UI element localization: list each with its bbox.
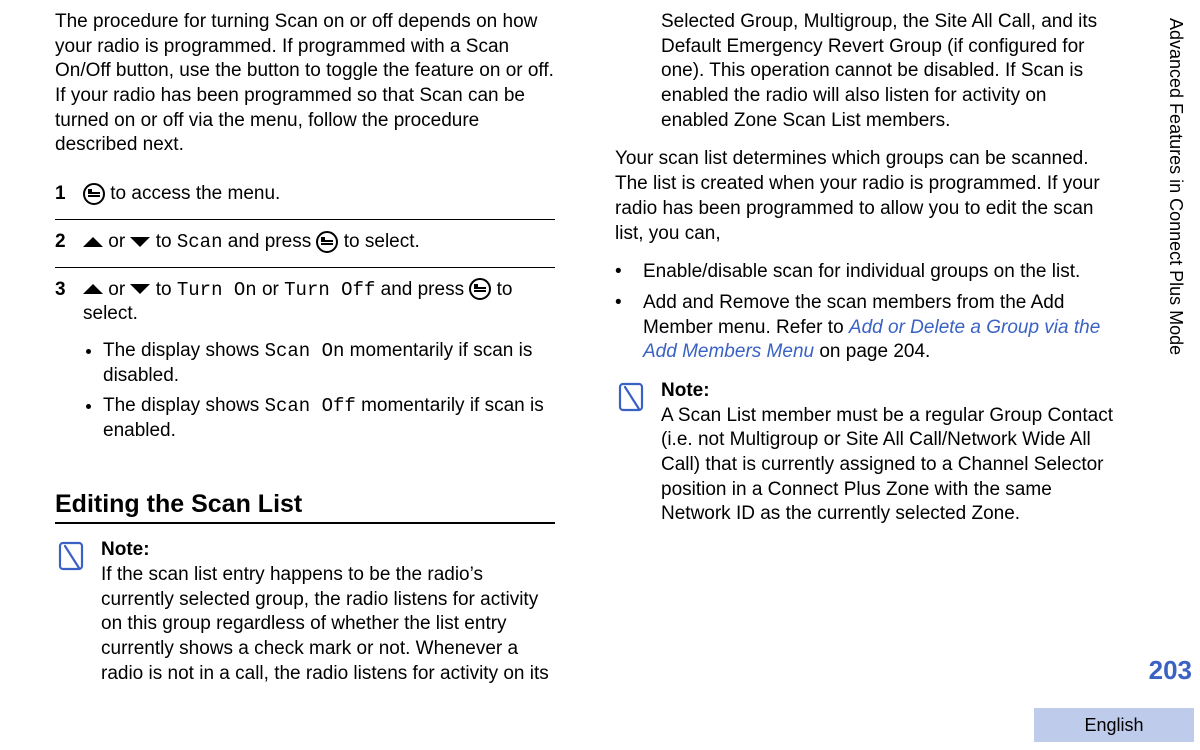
menu-item-scan: Scan bbox=[177, 231, 223, 253]
note-title: Note: bbox=[101, 539, 150, 560]
note-body: A Scan List member must be a regular Gro… bbox=[661, 405, 1113, 525]
note-title: Note: bbox=[661, 380, 710, 401]
nav-down-icon bbox=[130, 284, 150, 294]
result-scan-off: The display shows Scan Off momentarily i… bbox=[103, 394, 555, 443]
scan-list-purpose: Your scan list determines which groups c… bbox=[615, 147, 1115, 246]
menu-button-icon bbox=[469, 278, 491, 300]
menu-item-turn-on: Turn On bbox=[177, 279, 257, 301]
step-1: 1 to access the menu. bbox=[55, 172, 555, 220]
section-heading: Editing the Scan List bbox=[55, 488, 555, 525]
edit-option-add-remove: • Add and Remove the scan members from t… bbox=[615, 291, 1115, 365]
page-columns: The procedure for turning Scan on or off… bbox=[55, 10, 1115, 700]
nav-down-icon bbox=[130, 237, 150, 247]
step-1-text: to access the menu. bbox=[105, 183, 280, 204]
page-number: 203 bbox=[1149, 655, 1192, 686]
menu-button-icon bbox=[316, 231, 338, 253]
step-3: 3 or to Turn On or Turn Off and press to… bbox=[55, 268, 555, 462]
language-indicator: English bbox=[1034, 708, 1194, 742]
menu-button-icon bbox=[83, 183, 105, 205]
step-3-results: The display shows Scan On momentarily if… bbox=[83, 339, 555, 444]
nav-up-icon bbox=[83, 237, 103, 247]
edit-options-list: • Enable/disable scan for individual gro… bbox=[615, 260, 1115, 365]
chapter-side-tab: Advanced Features in Connect Plus Mode bbox=[1165, 18, 1186, 355]
nav-up-icon bbox=[83, 284, 103, 294]
result-scan-on: The display shows Scan On momentarily if… bbox=[103, 339, 555, 388]
step-number: 3 bbox=[55, 278, 83, 450]
step-number: 1 bbox=[55, 182, 83, 207]
step-number: 2 bbox=[55, 230, 83, 255]
menu-item-turn-off: Turn Off bbox=[284, 279, 375, 301]
intro-paragraph: The procedure for turning Scan on or off… bbox=[55, 10, 555, 158]
note-scan-list-member: Note: A Scan List member must be a regul… bbox=[615, 379, 1115, 527]
step-2: 2 or to Scan and press to select. bbox=[55, 220, 555, 268]
note-icon bbox=[615, 379, 661, 527]
edit-option-enable-disable: • Enable/disable scan for individual gro… bbox=[615, 260, 1115, 285]
